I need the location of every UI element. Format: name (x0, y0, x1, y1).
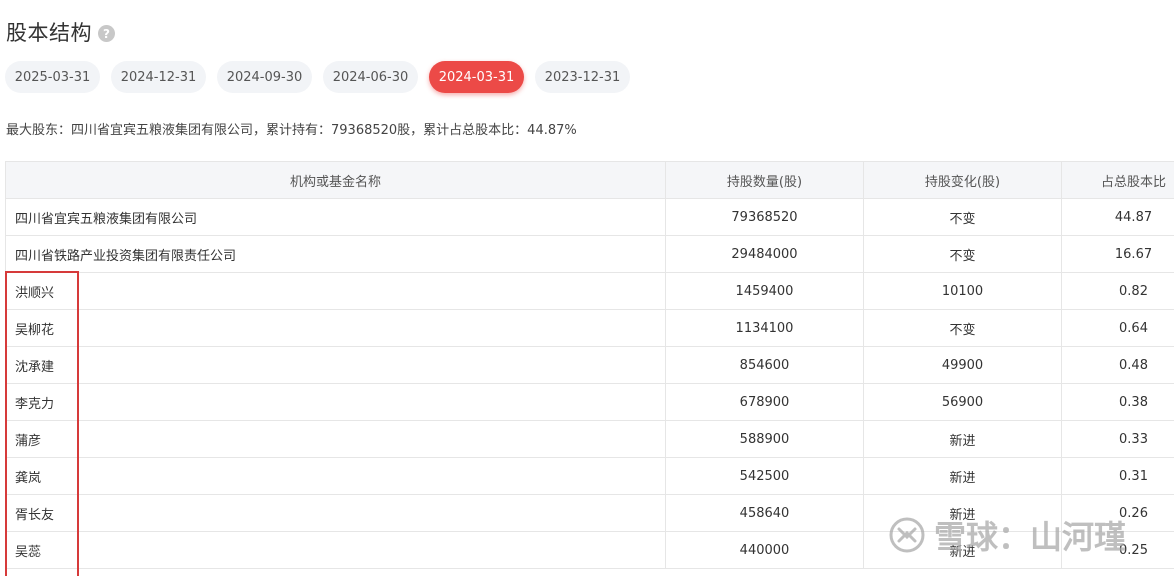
cell-change: 不变 (864, 199, 1062, 236)
watermark: 雪球：山河瑾 (888, 512, 1126, 558)
table-row: 四川省宜宾五粮液集团有限公司79368520不变44.87 (6, 199, 1174, 236)
table-header-row: 机构或基金名称 持股数量(股) 持股变化(股) 占总股本比 (6, 162, 1174, 199)
snowball-logo-icon (888, 516, 926, 554)
shareholder-table-wrapper: 机构或基金名称 持股数量(股) 持股变化(股) 占总股本比 四川省宜宾五粮液集团… (5, 161, 1174, 570)
largest-shareholder-summary: 最大股东：四川省宜宾五粮液集团有限公司，累计持有：79368520股，累计占总股… (6, 119, 577, 138)
column-header-ratio: 占总股本比 (1062, 162, 1174, 199)
shareholder-table: 机构或基金名称 持股数量(股) 持股变化(股) 占总股本比 四川省宜宾五粮液集团… (5, 161, 1174, 569)
cell-change: 10100 (864, 273, 1062, 310)
cell-shares: 1459400 (666, 273, 864, 310)
tab-2024-12-31[interactable]: 2024-12-31 (111, 61, 206, 93)
cell-name: 龚岚 (6, 458, 666, 495)
cell-shares: 542500 (666, 458, 864, 495)
cell-change: 新进 (864, 458, 1062, 495)
cell-change: 不变 (864, 310, 1062, 347)
table-row: 李克力678900569000.38 (6, 384, 1174, 421)
tab-2025-03-31[interactable]: 2025-03-31 (5, 61, 100, 93)
cell-ratio: 0.33 (1062, 421, 1174, 458)
cell-change: 新进 (864, 421, 1062, 458)
cell-shares: 29484000 (666, 236, 864, 273)
table-row: 吴柳花1134100不变0.64 (6, 310, 1174, 347)
cell-shares: 440000 (666, 532, 864, 569)
cell-ratio: 0.64 (1062, 310, 1174, 347)
table-row: 四川省铁路产业投资集团有限责任公司29484000不变16.67 (6, 236, 1174, 273)
cell-shares: 588900 (666, 421, 864, 458)
table-row: 龚岚542500新进0.31 (6, 458, 1174, 495)
table-row: 洪顺兴1459400101000.82 (6, 273, 1174, 310)
cell-ratio: 0.31 (1062, 458, 1174, 495)
cell-shares: 79368520 (666, 199, 864, 236)
cell-change: 56900 (864, 384, 1062, 421)
cell-ratio: 0.48 (1062, 347, 1174, 384)
page-title: 股本结构 (6, 17, 92, 47)
cell-name: 吴蕊 (6, 532, 666, 569)
cell-shares: 458640 (666, 495, 864, 532)
cell-shares: 678900 (666, 384, 864, 421)
cell-name: 吴柳花 (6, 310, 666, 347)
column-header-name: 机构或基金名称 (6, 162, 666, 199)
cell-ratio: 16.67 (1062, 236, 1174, 273)
tab-2024-03-31[interactable]: 2024-03-31 (429, 61, 524, 93)
cell-name: 四川省铁路产业投资集团有限责任公司 (6, 236, 666, 273)
tab-2023-12-31[interactable]: 2023-12-31 (535, 61, 630, 93)
cell-name: 胥长友 (6, 495, 666, 532)
watermark-text: 雪球：山河瑾 (934, 512, 1126, 558)
table-row: 蒲彦588900新进0.33 (6, 421, 1174, 458)
column-header-shares: 持股数量(股) (666, 162, 864, 199)
table-row: 沈承建854600499000.48 (6, 347, 1174, 384)
help-icon[interactable]: ? (98, 25, 115, 42)
cell-name: 沈承建 (6, 347, 666, 384)
cell-change: 49900 (864, 347, 1062, 384)
tab-2024-06-30[interactable]: 2024-06-30 (323, 61, 418, 93)
cell-ratio: 0.38 (1062, 384, 1174, 421)
cell-name: 李克力 (6, 384, 666, 421)
tab-2024-09-30[interactable]: 2024-09-30 (217, 61, 312, 93)
cell-name: 四川省宜宾五粮液集团有限公司 (6, 199, 666, 236)
cell-shares: 1134100 (666, 310, 864, 347)
cell-shares: 854600 (666, 347, 864, 384)
cell-change: 不变 (864, 236, 1062, 273)
cell-name: 洪顺兴 (6, 273, 666, 310)
cell-ratio: 44.87 (1062, 199, 1174, 236)
column-header-change: 持股变化(股) (864, 162, 1062, 199)
cell-name: 蒲彦 (6, 421, 666, 458)
title-row: 股本结构 ? (6, 17, 115, 47)
cell-ratio: 0.82 (1062, 273, 1174, 310)
